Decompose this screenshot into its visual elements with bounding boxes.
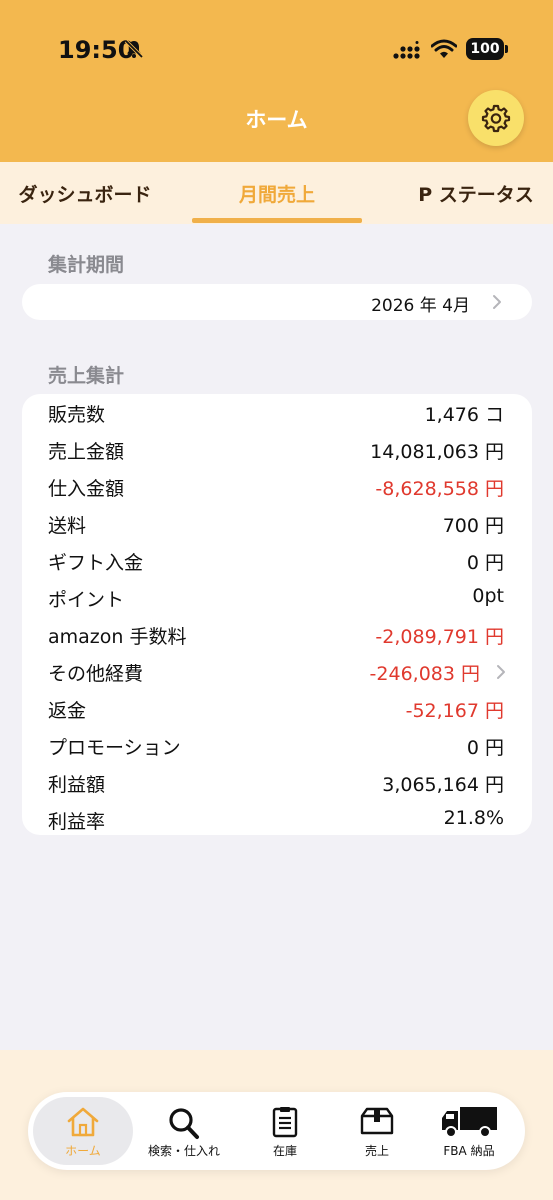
row-value: 14,081,063 円	[370, 441, 504, 463]
row-label: プロモーション	[48, 737, 181, 759]
row-label: 送料	[48, 515, 87, 537]
tabbar-label: ホーム	[65, 1144, 101, 1158]
row-value: -246,083 円	[369, 663, 480, 685]
summary-row-units: 販売数 1,476 コ	[22, 394, 532, 431]
tabbar-item-home[interactable]: ホーム	[37, 1092, 129, 1170]
summary-section-header: 売上集計	[48, 365, 125, 387]
summary-row-points: ポイント 0pt	[22, 579, 532, 616]
truck-icon	[442, 1107, 497, 1138]
tabbar-item-inventory[interactable]: 在庫	[239, 1092, 331, 1170]
row-value: 0 円	[466, 737, 504, 759]
row-value: 3,065,164 円	[382, 774, 504, 796]
row-label: 利益額	[48, 774, 106, 796]
chevron-right-icon	[497, 665, 505, 679]
row-label: その他経費	[48, 663, 144, 685]
row-label: amazon 手数料	[48, 626, 187, 648]
tabbar-label: FBA 納品	[443, 1144, 495, 1158]
signal-icon	[393, 41, 420, 59]
summary-row-refund: 返金 -52,167 円	[22, 690, 532, 727]
tab-p-status[interactable]: P ステータス	[396, 162, 553, 224]
row-label: ギフト入金	[48, 552, 144, 574]
summary-row-amazon-fee: amazon 手数料 -2,089,791 円	[22, 616, 532, 653]
row-value: -52,167 円	[405, 700, 504, 722]
segment-tabs: ダッシュボード 月間売上 P ステータス	[0, 162, 553, 224]
bottom-tab-bar: ホーム 検索・仕入れ 在庫 売上 FBA 納品	[28, 1092, 525, 1170]
row-value: 1,476 コ	[424, 404, 504, 426]
tabbar-label: 売上	[364, 1144, 389, 1158]
row-value: 0 円	[466, 552, 504, 574]
tabbar-label: 検索・仕入れ	[147, 1144, 220, 1158]
row-value: -2,089,791 円	[375, 626, 504, 648]
summary-row-promotion: プロモーション 0 円	[22, 727, 532, 764]
tabbar-item-fba-delivery[interactable]: FBA 納品	[423, 1092, 515, 1170]
summary-row-profit-rate: 利益率 21.8%	[22, 801, 532, 838]
tabbar-item-search-purchase[interactable]: 検索・仕入れ	[138, 1092, 230, 1170]
status-bar: 19:50 100	[0, 0, 553, 100]
box-icon	[360, 1107, 394, 1135]
row-label: 利益率	[48, 811, 106, 833]
period-section-header: 集計期間	[48, 254, 125, 276]
summary-row-profit: 利益額 3,065,164 円	[22, 764, 532, 801]
home-icon	[67, 1107, 99, 1137]
chevron-right-icon	[493, 295, 501, 309]
tabbar-item-sales[interactable]: 売上	[331, 1092, 423, 1170]
battery-indicator: 100	[466, 38, 508, 60]
summary-row-shipping: 送料 700 円	[22, 505, 532, 542]
search-icon	[169, 1108, 199, 1139]
period-value: 2026 年 4月	[371, 296, 470, 316]
tab-dashboard[interactable]: ダッシュボード	[0, 162, 170, 224]
tabbar-label: 在庫	[272, 1144, 297, 1158]
wifi-icon	[431, 39, 457, 58]
row-label: 販売数	[48, 404, 106, 426]
row-label: 仕入金額	[48, 478, 125, 500]
row-value: 21.8%	[443, 807, 504, 829]
period-selector[interactable]: 2026 年 4月	[22, 284, 532, 320]
summary-row-purchase-amount: 仕入金額 -8,628,558 円	[22, 468, 532, 505]
summary-row-sales-amount: 売上金額 14,081,063 円	[22, 431, 532, 468]
tab-monthly-sales[interactable]: 月間売上	[192, 162, 362, 224]
bell-muted-icon	[124, 39, 144, 59]
gear-icon	[481, 104, 511, 133]
active-tab-indicator	[192, 218, 362, 223]
summary-card: 販売数 1,476 コ 売上金額 14,081,063 円 仕入金額 -8,62…	[22, 394, 532, 835]
row-value: 700 円	[442, 515, 504, 537]
clipboard-list-icon	[272, 1107, 298, 1138]
summary-row-other-expenses[interactable]: その他経費 -246,083 円	[22, 653, 532, 690]
battery-level: 100	[466, 38, 504, 60]
row-label: 返金	[48, 700, 87, 722]
top-bar: 19:50 100 ホーム	[0, 0, 553, 162]
settings-button[interactable]	[468, 90, 524, 146]
summary-row-gift-deposit: ギフト入金 0 円	[22, 542, 532, 579]
row-value: 0pt	[472, 585, 504, 607]
battery-tip	[505, 45, 508, 53]
row-label: ポイント	[48, 589, 125, 611]
row-label: 売上金額	[48, 441, 125, 463]
status-time: 19:50	[58, 36, 135, 64]
row-value: -8,628,558 円	[375, 478, 504, 500]
